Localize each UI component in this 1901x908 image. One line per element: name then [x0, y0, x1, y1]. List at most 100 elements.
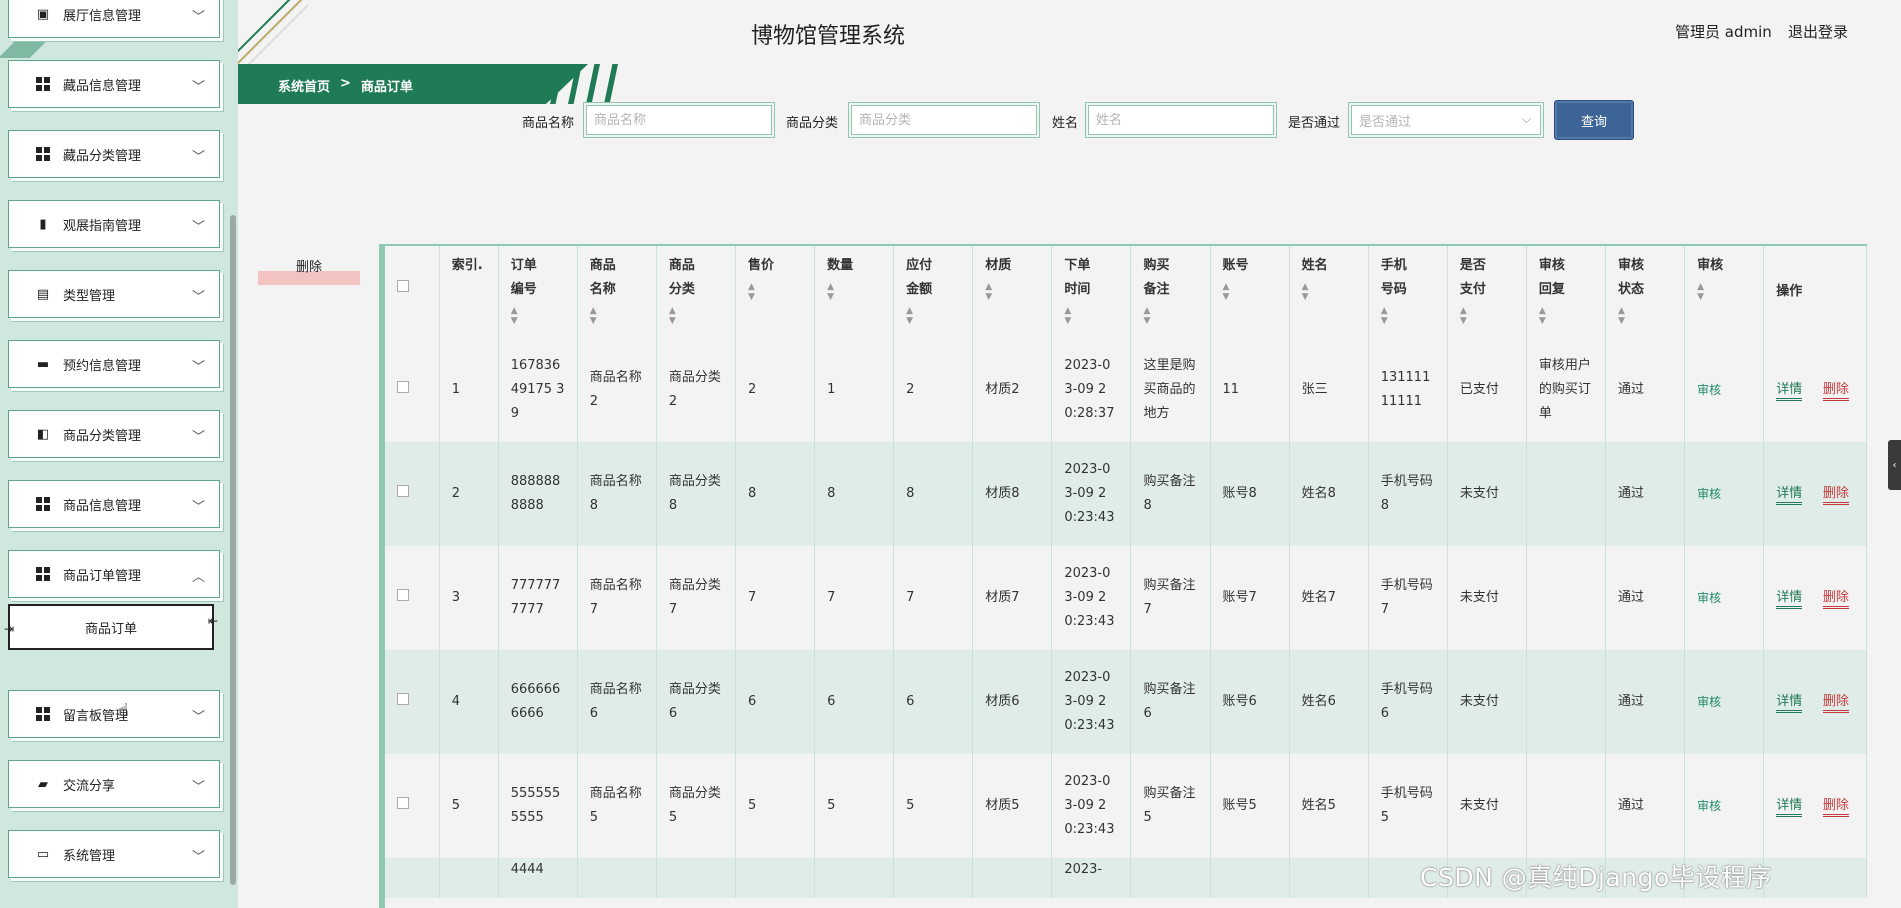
- cell-name: 商品名称2: [577, 338, 657, 442]
- select-all-header: [385, 246, 440, 338]
- delete-link[interactable]: 删除: [1822, 694, 1849, 713]
- delete-link[interactable]: 删除: [1822, 798, 1849, 817]
- select-all-checkbox[interactable]: [397, 280, 409, 292]
- column-header[interactable]: 账号 ▲ ▼: [1210, 246, 1290, 338]
- sort-icon[interactable]: ▲ ▼: [1460, 306, 1514, 326]
- sidebar-item[interactable]: 商品信息管理 ﹀: [8, 480, 220, 528]
- column-header[interactable]: 数量 ▲ ▼: [814, 246, 895, 338]
- detail-link[interactable]: 详情: [1776, 486, 1803, 505]
- sidebar-item[interactable]: 藏品信息管理 ﹀: [8, 60, 220, 108]
- column-header[interactable]: 下单时间 ▲ ▼: [1051, 246, 1132, 338]
- column-header[interactable]: 订单编号 ▲ ▼: [498, 246, 578, 338]
- sort-icon[interactable]: ▲ ▼: [1143, 306, 1197, 326]
- delete-link[interactable]: 删除: [1822, 486, 1849, 505]
- sidebar-scrollbar[interactable]: [230, 215, 236, 885]
- cell-order: 6666666666: [498, 650, 578, 754]
- column-header[interactable]: 材质 ▲ ▼: [972, 246, 1053, 338]
- row-checkbox[interactable]: [397, 797, 409, 809]
- approved-select[interactable]: 是否通过 ⌵: [1348, 102, 1544, 138]
- sort-icon[interactable]: ▲ ▼: [1618, 306, 1672, 326]
- column-header[interactable]: 手机号码 ▲ ▼: [1368, 246, 1448, 338]
- column-header[interactable]: 售价 ▲ ▼: [735, 246, 816, 338]
- query-button[interactable]: 查询: [1554, 100, 1634, 140]
- delete-link[interactable]: 删除: [1822, 382, 1849, 401]
- row-checkbox[interactable]: [397, 485, 409, 497]
- chevron-down-icon: ﹀: [191, 290, 205, 305]
- sidebar-subitem-product-order[interactable]: ⇥ 商品订单 ⇤: [4, 604, 218, 650]
- row-checkbox[interactable]: [397, 693, 409, 705]
- sidebar-item[interactable]: ◧ 商品分类管理 ﹀: [8, 410, 220, 458]
- collapse-handle[interactable]: ‹: [1888, 440, 1901, 490]
- column-header[interactable]: 审核状态 ▲ ▼: [1605, 246, 1686, 338]
- sort-icon[interactable]: ▲ ▼: [1539, 306, 1593, 326]
- sidebar-item[interactable]: 藏品分类管理 ﹀: [8, 130, 220, 178]
- column-header[interactable]: 商品分类 ▲ ▼: [656, 246, 736, 338]
- row-checkbox[interactable]: [397, 381, 409, 393]
- cell-name-value: 商品名称7: [589, 578, 642, 617]
- cell-reply: [1526, 650, 1607, 754]
- cell-order-value: 5555555555: [510, 786, 561, 825]
- delete-button[interactable]: 删除: [258, 251, 360, 285]
- column-header[interactable]: 审核回复 ▲ ▼: [1526, 246, 1607, 338]
- sidebar-item-label: 商品订单管理: [63, 568, 142, 584]
- approved-label: 是否通过: [1288, 116, 1341, 131]
- audit-link[interactable]: 审核: [1697, 695, 1721, 709]
- cell-idx-value: 3: [451, 590, 460, 605]
- sort-icon[interactable]: ▲ ▼: [906, 306, 960, 326]
- row-checkbox[interactable]: [397, 589, 409, 601]
- cell-order-value: 4444: [510, 862, 544, 877]
- audit-link[interactable]: 审核: [1697, 383, 1721, 397]
- table-row: 1 16783649175 39 商品名称2 商品分类2 2 1 2 材质2 2023-03-0…: [385, 338, 1867, 442]
- product-category-input[interactable]: [848, 102, 1040, 138]
- table-row: 3 7777777777 商品名称7 商品分类7 7 7 7 材质7 2023-03-09 20…: [385, 546, 1867, 650]
- sort-icon[interactable]: ▲ ▼: [1381, 306, 1435, 326]
- sidebar-item[interactable]: ▬ 预约信息管理 ﹀: [8, 340, 220, 388]
- audit-link[interactable]: 审核: [1697, 799, 1721, 813]
- row-select-cell: [385, 858, 440, 898]
- person-name-input[interactable]: [1085, 102, 1277, 138]
- sort-icon[interactable]: ▲ ▼: [1223, 282, 1277, 302]
- sidebar-item[interactable]: 留言板管理 ﹀: [8, 690, 220, 738]
- audit-link[interactable]: 审核: [1697, 487, 1721, 501]
- cell-material: 材质2: [972, 338, 1053, 442]
- cell-name: 商品名称6: [577, 650, 657, 754]
- cell-time-value: 2023-03-09 20:23:43: [1064, 566, 1115, 629]
- detail-link[interactable]: 详情: [1776, 382, 1803, 401]
- sort-icon[interactable]: ▲ ▼: [1697, 282, 1751, 302]
- column-header[interactable]: 姓名 ▲ ▼: [1289, 246, 1369, 338]
- sidebar-item[interactable]: ▮ 观展指南管理 ﹀: [8, 200, 220, 248]
- cell-order-value: 6666666666: [510, 682, 561, 721]
- sort-icon[interactable]: ▲ ▼: [748, 282, 802, 302]
- column-header[interactable]: 应付金额 ▲ ▼: [893, 246, 974, 338]
- column-header[interactable]: 审核 ▲ ▼: [1684, 246, 1765, 338]
- cell-amount: 8: [893, 442, 974, 546]
- audit-link[interactable]: 审核: [1697, 591, 1721, 605]
- detail-link[interactable]: 详情: [1776, 694, 1803, 713]
- sort-icon[interactable]: ▲ ▼: [511, 306, 565, 326]
- sort-icon[interactable]: ▲ ▼: [1302, 282, 1356, 302]
- column-header[interactable]: 购买备注 ▲ ▼: [1130, 246, 1211, 338]
- sort-icon[interactable]: ▲ ▼: [669, 306, 723, 326]
- column-header[interactable]: 索引.: [439, 246, 499, 338]
- column-header[interactable]: 商品名称 ▲ ▼: [577, 246, 657, 338]
- detail-link[interactable]: 详情: [1776, 798, 1803, 817]
- detail-link[interactable]: 详情: [1776, 590, 1803, 609]
- sidebar-item[interactable]: ▣ 展厅信息管理 ﹀: [8, 0, 220, 38]
- sidebar-item[interactable]: 商品订单管理 ︿: [8, 550, 220, 598]
- sort-icon[interactable]: ▲ ▼: [590, 306, 644, 326]
- sidebar-item[interactable]: ▭ 系统管理 ﹀: [8, 830, 220, 878]
- logout-link[interactable]: 退出登录: [1788, 21, 1848, 42]
- column-header-label: 售价: [747, 258, 774, 273]
- sort-icon[interactable]: ▲ ▼: [827, 282, 881, 302]
- sort-icon[interactable]: ▲ ▼: [1064, 306, 1118, 326]
- breadcrumb-home[interactable]: 系统首页: [278, 76, 330, 95]
- breadcrumb-separator: >: [340, 76, 351, 91]
- column-header-label: 商品分类: [668, 258, 695, 297]
- product-name-input[interactable]: [583, 102, 775, 138]
- sidebar-item[interactable]: ▤ 类型管理 ﹀: [8, 270, 220, 318]
- delete-link[interactable]: 删除: [1822, 590, 1849, 609]
- sort-icon[interactable]: ▲ ▼: [985, 282, 1039, 302]
- sidebar-item[interactable]: ▰ 交流分享 ﹀: [8, 760, 220, 808]
- cell-qty: [814, 858, 895, 898]
- column-header[interactable]: 是否支付 ▲ ▼: [1447, 246, 1527, 338]
